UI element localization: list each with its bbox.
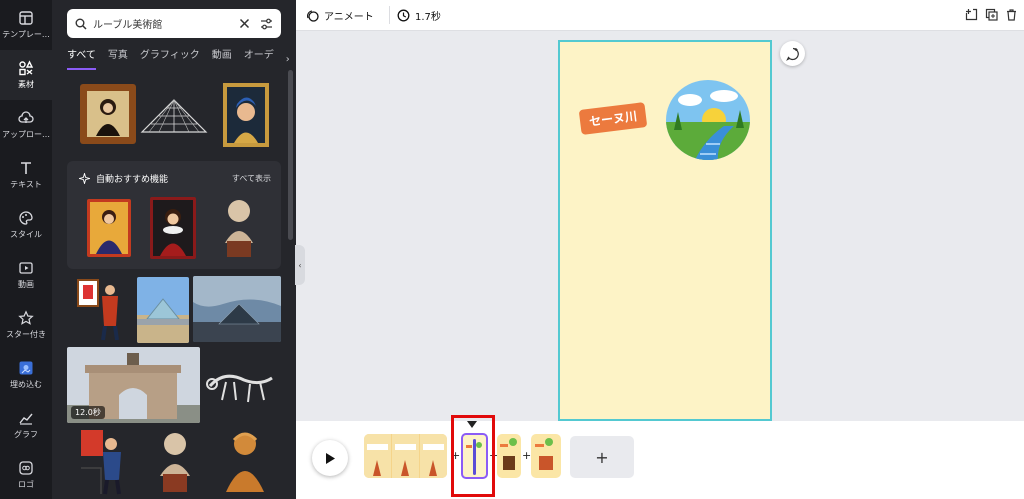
duration-label: 1.7秒 — [415, 12, 441, 23]
duration-button[interactable]: 1.7秒 — [397, 8, 441, 23]
rail-item-elements[interactable]: 素材 — [0, 50, 52, 100]
suggested-graphic-2[interactable] — [150, 197, 196, 259]
timeline-clip-1[interactable] — [364, 434, 447, 478]
graphic-bronze-bust[interactable] — [220, 426, 270, 496]
highlight-box — [451, 415, 495, 497]
elements-icon — [19, 60, 34, 76]
play-button[interactable] — [312, 440, 348, 476]
rail-label: テキスト — [10, 180, 42, 189]
rail-label: 埋め込む — [10, 380, 42, 389]
photo-louvre-day[interactable] — [137, 277, 189, 343]
add-page-button[interactable]: + — [570, 436, 634, 478]
rail-label: 動画 — [18, 280, 34, 289]
rail-item-charts[interactable]: グラフ — [0, 400, 52, 450]
editor-app: テンプレー… 素材 アップロー… テキスト スタイル 動画 スター付き 埋め込む… — [0, 0, 1024, 499]
rail-item-templates[interactable]: テンプレー… — [0, 0, 52, 50]
chevron-left-icon: ‹ — [298, 260, 302, 270]
clock-icon — [397, 9, 410, 22]
timeline-clip-4[interactable] — [531, 434, 561, 478]
rail-item-logos[interactable]: ロゴ — [0, 450, 52, 499]
editor-toolbar: アニメート 1.7秒 — [296, 0, 1024, 31]
river-landscape-graphic[interactable] — [664, 78, 752, 162]
chevron-right-icon[interactable]: › — [286, 54, 290, 65]
video-duration-badge: 12.0秒 — [71, 406, 105, 419]
rail-item-styles[interactable]: スタイル — [0, 200, 52, 250]
collapse-panel-button[interactable]: ‹ — [295, 245, 305, 285]
star-icon — [18, 310, 34, 325]
add-page-icon[interactable] — [965, 8, 978, 21]
text-icon — [21, 162, 31, 174]
graphic-mona-lisa-frame[interactable] — [77, 82, 139, 146]
add-transition-icon[interactable]: + — [522, 449, 531, 462]
delete-page-icon[interactable] — [1005, 8, 1018, 21]
chart-icon — [19, 413, 33, 425]
animate-button[interactable]: アニメート — [306, 8, 374, 23]
rail-label: スタイル — [10, 230, 42, 239]
filter-icon[interactable] — [260, 18, 273, 30]
auto-suggest-section: 自動おすすめ機能 すべて表示 — [67, 161, 281, 269]
photo-louvre-dusk[interactable] — [193, 276, 281, 342]
graphic-painter[interactable] — [72, 276, 127, 342]
toolbar-divider — [389, 6, 390, 24]
rail-item-starred[interactable]: スター付き — [0, 300, 52, 350]
graphic-dinosaur-skeleton[interactable] — [204, 360, 278, 408]
video-icon — [19, 262, 33, 274]
sparkle-icon — [79, 173, 90, 184]
tab-graphics[interactable]: グラフィック — [140, 48, 200, 70]
auto-suggest-title: 自動おすすめ機能 — [96, 175, 169, 185]
graphic-louvre-pyramid[interactable] — [139, 96, 209, 136]
add-comment-button[interactable] — [780, 41, 805, 66]
see-all-link[interactable]: すべて表示 — [232, 173, 271, 184]
graphic-pearl-earring-frame[interactable] — [222, 82, 270, 148]
rail-item-uploads[interactable]: アップロー… — [0, 100, 52, 150]
template-icon — [19, 11, 33, 25]
suggested-graphic-1[interactable] — [87, 199, 131, 257]
page-actions — [965, 8, 1018, 21]
side-rail: テンプレー… 素材 アップロー… テキスト スタイル 動画 スター付き 埋め込む… — [0, 0, 52, 499]
elements-panel: すべて 写真 グラフィック 動画 オーデ › 自動おすすめ機能 すべて表示 — [52, 0, 296, 499]
tab-audio[interactable]: オーデ — [244, 48, 274, 70]
play-icon — [326, 452, 335, 464]
rail-item-text[interactable]: テキスト — [0, 150, 52, 200]
animate-icon — [307, 10, 319, 22]
rail-item-embed[interactable]: 埋め込む — [0, 350, 52, 400]
rail-label: ロゴ — [18, 480, 34, 489]
category-tabs: すべて 写真 グラフィック 動画 オーデ › — [67, 48, 290, 70]
rail-item-videos[interactable]: 動画 — [0, 250, 52, 300]
graphic-bust-statue-2[interactable] — [152, 426, 198, 496]
auto-suggest-heading: 自動おすすめ機能 — [79, 172, 168, 185]
search-box[interactable] — [67, 9, 281, 38]
search-input[interactable] — [93, 18, 239, 29]
rail-label: グラフ — [14, 430, 38, 439]
embed-icon — [19, 361, 33, 375]
logo-icon — [19, 461, 33, 475]
comment-plus-icon — [785, 47, 799, 61]
palette-icon — [19, 211, 33, 225]
rail-label: 素材 — [18, 80, 34, 89]
clear-icon[interactable] — [239, 18, 250, 29]
rail-label: テンプレー… — [2, 30, 50, 39]
panel-scrollbar[interactable] — [288, 70, 293, 240]
video-arc-de-triomphe[interactable]: 12.0秒 — [67, 347, 200, 423]
timeline-clip-3[interactable] — [497, 434, 521, 478]
tab-photos[interactable]: 写真 — [108, 48, 128, 70]
graphic-gallery-visitor[interactable] — [77, 428, 127, 496]
tab-videos[interactable]: 動画 — [212, 48, 232, 70]
duplicate-page-icon[interactable] — [985, 8, 998, 21]
rail-label: スター付き — [6, 330, 46, 339]
tab-all[interactable]: すべて — [67, 48, 96, 70]
seine-label-text: セーヌ川 — [588, 109, 638, 129]
rail-label: アップロー… — [2, 130, 50, 139]
add-page-label: + — [595, 447, 609, 467]
suggested-bust-statue[interactable] — [217, 195, 261, 259]
upload-icon — [18, 111, 34, 123]
animate-label: アニメート — [324, 12, 374, 23]
search-icon — [75, 18, 87, 30]
